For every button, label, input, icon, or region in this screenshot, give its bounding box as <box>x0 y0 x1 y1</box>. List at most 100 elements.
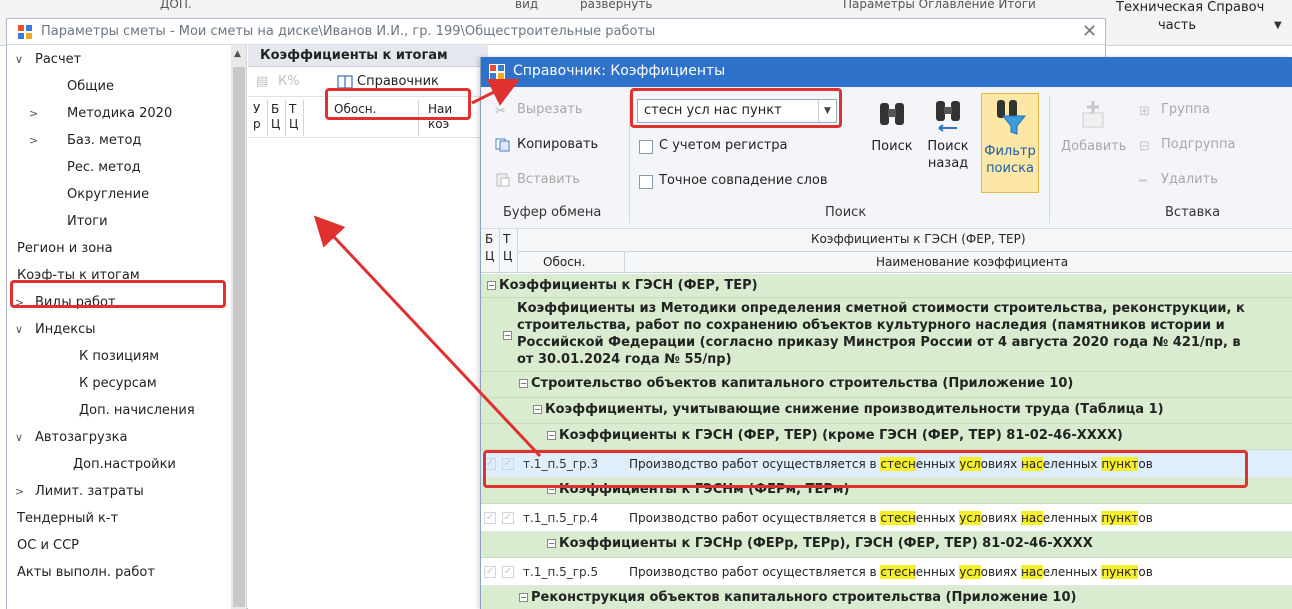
tree-group-row[interactable]: − Коэффициенты из Методики определения с… <box>481 298 1292 372</box>
collapse-icon[interactable]: − <box>547 539 556 548</box>
check-icon[interactable]: ✓ <box>502 566 514 578</box>
cut-button[interactable]: ✂ Вырезать <box>495 101 583 119</box>
chevron-down-icon[interactable]: ∨ <box>15 317 27 343</box>
dialog-titlebar: Справочник: Коэффициенты <box>481 57 1292 87</box>
collapse-icon[interactable]: − <box>503 331 512 340</box>
tree-group-row[interactable]: − Коэффициенты к ГЭСНр (ФЕРр, ТЕРр), ГЭСН… <box>481 532 1292 558</box>
bg-tech-part[interactable]: часть <box>1158 18 1196 33</box>
sidebar-item[interactable]: Доп.настройки <box>7 452 232 478</box>
match-case-checkbox[interactable] <box>639 140 653 154</box>
sidebar-item[interactable]: ∨ Индексы <box>7 317 232 343</box>
subgroup-button[interactable]: ⊟ Подгруппа <box>1139 136 1235 154</box>
group-title: Строительство объектов капитального стро… <box>531 376 1074 391</box>
sidebar-item[interactable]: Доп. начисления <box>7 398 232 424</box>
collapse-icon[interactable]: − <box>547 431 556 440</box>
sidebar-item-label: Округление <box>67 187 150 202</box>
bg-tech-ref[interactable]: Техническая Справоч <box>1116 0 1264 15</box>
close-icon[interactable]: ✕ <box>1082 21 1097 42</box>
search-back-button[interactable]: Поиск назад <box>921 99 975 172</box>
paste-label: Вставить <box>517 172 580 187</box>
search-group-label: Поиск <box>825 205 867 220</box>
sidebar-item[interactable]: Итоги <box>7 209 232 235</box>
sidebar-item[interactable]: Акты выполн. работ <box>7 560 232 586</box>
filter-label-1: Фильтр <box>984 144 1036 159</box>
sidebar-item-label: Тендерный к-т <box>17 511 119 526</box>
collapse-icon[interactable]: − <box>519 593 528 602</box>
sidebar-item-label: Методика 2020 <box>67 106 173 121</box>
search-button[interactable]: Поиск <box>865 99 919 155</box>
sidebar-item-label: Общие <box>67 79 114 94</box>
chevron-down-icon[interactable]: ∨ <box>15 47 27 73</box>
delete-button[interactable]: ━ Удалить <box>1139 171 1218 189</box>
check-icon[interactable]: ✓ <box>502 512 514 524</box>
group-icon: ⊞ <box>1139 103 1150 119</box>
chevron-down-icon[interactable]: ∨ <box>15 425 27 451</box>
add-label: Добавить <box>1061 139 1127 154</box>
group-title-line: от 30.01.2024 года № 55/пр) <box>517 352 732 367</box>
chevron-right-icon[interactable]: > <box>29 128 41 154</box>
sidebar-item-label: К позициям <box>79 349 160 364</box>
tree-group-row[interactable]: − Коэффициенты к ГЭСН (ФЕР, ТЕР) (кроме Г… <box>481 424 1292 450</box>
app-grid-icon <box>489 64 505 80</box>
add-button[interactable]: Добавить <box>1061 99 1127 155</box>
tree-group-row[interactable]: − Реконструкция объектов капитального стр… <box>481 586 1292 609</box>
paste-icon <box>496 173 510 186</box>
chevron-right-icon[interactable]: > <box>29 101 41 127</box>
check-icon[interactable]: ✓ <box>484 512 496 524</box>
sidebar-item[interactable]: К позициям <box>7 344 232 370</box>
bg-tab-expand: развернуть <box>580 0 653 11</box>
collapse-icon[interactable]: − <box>519 379 528 388</box>
group-title-line: строительства, работ по сохранению объек… <box>517 318 1225 333</box>
bg-tab-view: вид <box>515 0 539 11</box>
scroll-up-icon[interactable]: ▲ <box>234 49 241 59</box>
coef-name: Производство работ осуществляется в стес… <box>629 565 1153 579</box>
sidebar-item[interactable]: > Методика 2020 <box>7 101 232 127</box>
sidebar-item[interactable]: Регион и зона <box>7 236 232 262</box>
sidebar-item-label: Доп.настройки <box>73 457 176 472</box>
sidebar-item-label: ОС и ССР <box>17 538 80 553</box>
whole-words-checkbox[interactable] <box>639 175 653 189</box>
chevron-right-icon[interactable]: > <box>15 479 27 505</box>
sidebar-item[interactable]: Рес. метод <box>7 155 232 181</box>
sidebar-item-label: Баз. метод <box>67 133 142 148</box>
collapse-icon[interactable]: − <box>533 405 542 414</box>
sidebar-item[interactable]: > Баз. метод <box>7 128 232 154</box>
group-button[interactable]: ⊞ Группа <box>1139 101 1210 119</box>
tree-group-row[interactable]: − Строительство объектов капитального стр… <box>481 372 1292 398</box>
sidebar-scrollbar[interactable]: ▲ <box>231 45 246 609</box>
sidebar-item[interactable]: ∨ Автозагрузка <box>7 425 232 451</box>
paste-button[interactable]: Вставить <box>495 171 580 189</box>
app-grid-icon <box>17 24 33 40</box>
coef-totals-panel: Коэффициенты к итогам ▤ К% Справочник У … <box>248 45 488 609</box>
tree-group-row[interactable]: − Коэффициенты к ГЭСН (ФЕР, ТЕР) <box>481 274 1292 298</box>
main-titlebar: Параметры сметы - Мои сметы на диске\Ива… <box>7 19 1105 45</box>
check-icon[interactable]: ✓ <box>484 566 496 578</box>
scrollbar-thumb[interactable] <box>233 67 245 607</box>
sidebar-item[interactable]: Общие <box>7 74 232 100</box>
collapse-icon[interactable]: − <box>487 281 496 290</box>
tree-group-row[interactable]: − Коэффициенты, учитывающие снижение прои… <box>481 398 1292 424</box>
coef-row[interactable]: ✓ ✓ т.1_п.5_гр.5 Производство работ осущ… <box>481 558 1292 586</box>
copy-button[interactable]: Копировать <box>495 136 598 154</box>
sidebar-item[interactable]: К ресурсам <box>7 371 232 397</box>
coef-row[interactable]: ✓ ✓ т.1_п.5_гр.4 Производство работ осущ… <box>481 504 1292 532</box>
match-case-label: С учетом регистра <box>659 138 788 153</box>
col-c1: Ц <box>271 117 281 131</box>
sidebar-item[interactable]: Тендерный к-т <box>7 506 232 532</box>
add-row-icon[interactable]: ▤ <box>256 74 272 90</box>
coef-percent-icon[interactable]: К% <box>278 74 300 90</box>
sidebar-item[interactable]: ОС и ССР <box>7 533 232 559</box>
chevron-down-icon[interactable]: ▼ <box>1274 20 1282 31</box>
sidebar-item[interactable]: > Лимит. затраты <box>7 479 232 505</box>
search-filter-button[interactable]: Фильтр поиска <box>981 93 1039 193</box>
reference-coefficients-dialog: Справочник: Коэффициенты ✂ Вырезать Копир… <box>480 57 1292 609</box>
binoculars-back-icon <box>936 101 960 132</box>
sidebar-item[interactable]: ∨ Расчет <box>7 47 232 73</box>
group-title: Коэффициенты к ГЭСН (ФЕР, ТЕР) (кроме ГЭ… <box>559 428 1123 443</box>
search-button-label: Поиск <box>871 139 913 154</box>
group-title-line: Коэффициенты из Методики определения сме… <box>517 301 1245 316</box>
group-title-line: Российской Федерации (согласно приказу М… <box>517 335 1241 350</box>
sidebar-item-label: Доп. начисления <box>79 403 195 418</box>
sidebar-item[interactable]: Округление <box>7 182 232 208</box>
sidebar-item-label: Расчет <box>35 52 82 67</box>
